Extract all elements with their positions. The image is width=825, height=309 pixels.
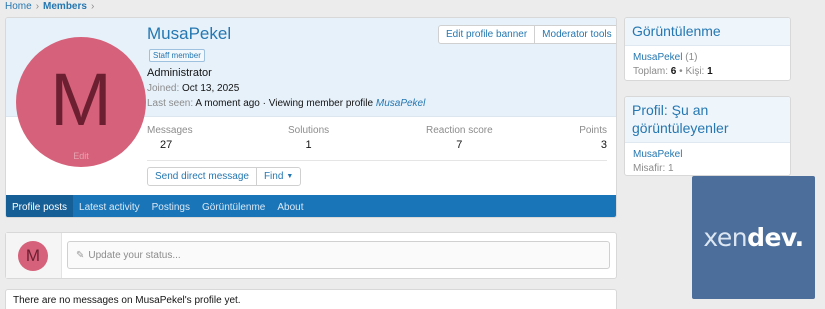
avatar-edit-link[interactable]: Edit	[16, 151, 146, 161]
profile-action-group: Send direct message Find ▼	[147, 167, 302, 186]
views-widget-title: Görüntülenme	[625, 18, 790, 47]
tab-about[interactable]: About	[271, 195, 309, 217]
header-button-group: Edit profile banner Moderator tools▼	[438, 25, 616, 44]
no-messages-text: There are no messages on MusaPekel's pro…	[13, 295, 241, 306]
stat-label: Points	[579, 125, 607, 136]
viewing-widget-body: MusaPekel Misafir: 1	[625, 143, 790, 175]
chevron-right-icon: ›	[90, 1, 95, 12]
joined-value: Oct 13, 2025	[182, 83, 240, 94]
send-direct-message-button[interactable]: Send direct message	[148, 168, 256, 185]
username[interactable]: MusaPekel	[147, 24, 231, 44]
member-profile-block: M Edit MusaPekel Staff member Administra…	[5, 17, 617, 218]
stat-reaction-score[interactable]: Reaction score 7	[426, 125, 493, 151]
moderator-tools-button[interactable]: Moderator tools▼	[534, 26, 616, 43]
stat-label: Solutions	[288, 125, 330, 136]
tab-postings[interactable]: Postings	[146, 195, 196, 217]
stat-value: 1	[305, 139, 312, 151]
last-seen-link[interactable]: MusaPekel	[376, 98, 425, 109]
avatar[interactable]: M Edit	[16, 37, 146, 167]
views-persons-label: Kişi:	[685, 66, 705, 78]
sidebar-viewing-widget: Profil: Şu an görüntüleyenler MusaPekel …	[624, 96, 791, 176]
xendev-logo[interactable]: xen dev.	[692, 176, 815, 299]
status-input[interactable]: ✎ Update your status...	[67, 241, 610, 269]
edit-profile-banner-button[interactable]: Edit profile banner	[439, 26, 534, 43]
avatar-small[interactable]: M	[18, 241, 48, 271]
stat-messages[interactable]: Messages 27	[147, 125, 193, 151]
chevron-right-icon: ›	[35, 1, 40, 12]
status-update-block: M ✎ Update your status...	[5, 232, 617, 279]
stat-points[interactable]: Points 3	[579, 125, 607, 151]
stat-value: 7	[456, 139, 463, 151]
tab-goruntulenme[interactable]: Görüntülenme	[196, 195, 271, 217]
user-role: Administrator	[147, 67, 212, 79]
profile-tabs: Profile posts Latest activity Postings G…	[6, 195, 616, 217]
moderator-tools-label: Moderator tools	[542, 29, 612, 40]
member-stats: Messages 27 Solutions 1 Reaction score 7…	[147, 125, 607, 161]
breadcrumb-home[interactable]: Home	[5, 1, 32, 12]
stat-label: Messages	[147, 125, 193, 136]
staff-badge: Staff member	[149, 49, 205, 62]
caret-down-icon: ▼	[286, 173, 294, 180]
status-placeholder: Update your status...	[88, 249, 181, 261]
viewing-widget-title: Profil: Şu an görüntüleyenler	[625, 97, 790, 144]
views-user-count: (1)	[685, 52, 698, 64]
viewing-guests: Misafir: 1	[633, 163, 674, 175]
find-label: Find	[263, 171, 284, 182]
views-total-label: Toplam:	[633, 66, 669, 78]
tab-latest-activity[interactable]: Latest activity	[73, 195, 146, 217]
no-messages-notice: There are no messages on MusaPekel's pro…	[5, 289, 617, 309]
joined-date: Joined: Oct 13, 2025	[147, 83, 239, 94]
dot-separator: •	[679, 66, 683, 78]
viewing-user-link[interactable]: MusaPekel	[633, 148, 782, 162]
tab-profile-posts[interactable]: Profile posts	[6, 195, 74, 217]
status-avatar-cell: M	[6, 233, 62, 278]
logo-text-xen: xen	[703, 223, 748, 252]
views-total-value: 6	[670, 66, 677, 78]
caret-down-icon: ▼	[615, 31, 616, 38]
last-seen: Last seen: A moment ago · Viewing member…	[147, 98, 425, 109]
stat-label: Reaction score	[426, 125, 493, 136]
avatar-letter: M	[50, 58, 112, 141]
sidebar-views-widget: Görüntülenme MusaPekel (1) Toplam: 6 • K…	[624, 17, 791, 81]
find-button[interactable]: Find ▼	[255, 168, 300, 185]
last-seen-label: Last seen:	[147, 98, 194, 109]
joined-label: Joined:	[147, 83, 180, 94]
stat-solutions[interactable]: Solutions 1	[288, 125, 329, 151]
breadcrumb-members[interactable]: Members	[43, 1, 87, 12]
views-user-link[interactable]: MusaPekel	[633, 52, 682, 63]
last-seen-value: A moment ago · Viewing member profile	[195, 98, 374, 109]
breadcrumb: Home › Members ›	[5, 0, 98, 13]
logo-text-dev: dev.	[747, 223, 804, 252]
stat-value: 27	[160, 139, 173, 151]
pencil-icon: ✎	[76, 249, 85, 261]
views-widget-body: MusaPekel (1) Toplam: 6 • Kişi: 1	[625, 46, 790, 80]
stat-value: 3	[600, 139, 607, 151]
views-persons-value: 1	[707, 66, 713, 78]
